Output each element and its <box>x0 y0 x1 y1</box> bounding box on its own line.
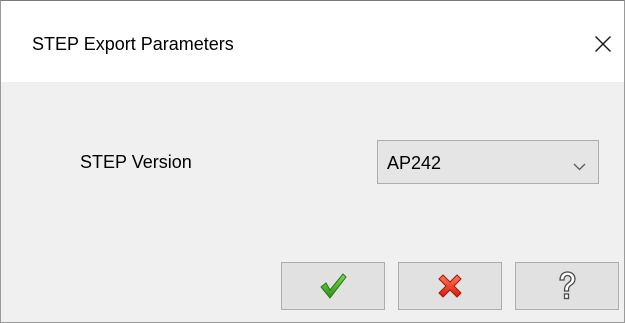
green-checkmark-icon <box>320 273 347 299</box>
ok-button[interactable] <box>281 262 385 310</box>
step-version-value: AP242 <box>387 153 442 173</box>
chevron-down-icon <box>573 158 586 176</box>
step-export-dialog: STEP Export Parameters STEP Version AP24… <box>0 0 625 323</box>
question-mark-icon <box>559 271 576 300</box>
step-version-select[interactable]: AP242 <box>377 140 599 184</box>
help-button[interactable] <box>515 262 619 310</box>
dialog-title: STEP Export Parameters <box>32 34 234 54</box>
step-version-label: STEP Version <box>80 152 192 172</box>
title-bar: STEP Export Parameters <box>1 1 624 82</box>
cancel-button[interactable] <box>398 262 502 310</box>
red-x-icon <box>438 274 462 298</box>
close-icon <box>595 36 611 52</box>
close-button[interactable] <box>580 25 624 65</box>
